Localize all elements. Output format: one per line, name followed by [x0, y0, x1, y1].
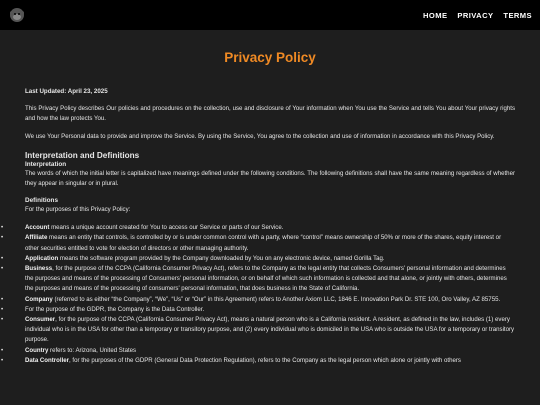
definition-text: (referred to as either “the Company”, “W… [52, 295, 501, 303]
definition-item: Country refers to: Arizona, United State… [1, 346, 515, 356]
definition-text: means the software program provided by t… [58, 254, 385, 262]
page-content-area: Privacy Policy Last Updated: April 23, 2… [0, 30, 540, 405]
nav-home-link[interactable]: HOME [423, 11, 447, 20]
definitions-intro: For the purposes of this Privacy Policy: [25, 206, 131, 214]
definition-term: Affiliate [25, 234, 48, 242]
definition-item: Application means the software program p… [1, 254, 515, 264]
definitions-list: Account means a unique account created f… [1, 223, 515, 366]
definition-term: Consumer [25, 316, 56, 324]
definition-item: Company (referred to as either “the Comp… [1, 295, 515, 305]
definition-term: Company [25, 295, 53, 303]
definition-item: Data Controller, for the purposes of the… [1, 356, 515, 366]
definition-term: Business [25, 265, 53, 273]
subheading-definitions: Definitions [25, 197, 59, 205]
definition-item: Business, for the purpose of the CCPA (C… [1, 264, 515, 295]
section-heading-interpretation-definitions: Interpretation and Definitions [25, 150, 140, 160]
interpretation-paragraph: The words of which the initial letter is… [25, 169, 515, 187]
definition-text: For the purpose of the GDPR, the Company… [25, 305, 205, 313]
definition-term: Account [25, 224, 50, 232]
nav-terms-link[interactable]: TERMS [503, 11, 532, 20]
definition-item: Account means a unique account created f… [1, 223, 515, 233]
top-navigation-bar: HOME PRIVACY TERMS [0, 0, 540, 30]
main-nav: HOME PRIVACY TERMS [423, 11, 532, 20]
gorilla-logo-icon[interactable] [8, 6, 26, 24]
definition-text: refers to: Arizona, United States [48, 346, 137, 354]
definition-item: Consumer, for the purpose of the CCPA (C… [1, 315, 515, 346]
subheading-interpretation: Interpretation [25, 160, 67, 168]
intro-paragraph-1: This Privacy Policy describes Our polici… [25, 105, 515, 123]
definition-term: Country [25, 346, 49, 354]
definition-text: , for the purpose of the CCPA (Californi… [25, 316, 515, 344]
definition-text: , for the purposes of the GDPR (General … [69, 356, 461, 364]
last-updated-text: Last Updated: April 23, 2025 [25, 88, 108, 95]
definition-item: For the purpose of the GDPR, the Company… [1, 305, 515, 315]
intro-paragraph-2: We use Your Personal data to provide and… [25, 133, 495, 141]
page-title: Privacy Policy [224, 50, 316, 65]
definition-text: means an entity that controls, is contro… [25, 234, 502, 252]
definition-term: Application [25, 254, 59, 262]
definition-text: , for the purpose of the CCPA (Californi… [25, 265, 507, 293]
policy-document: Privacy Policy Last Updated: April 23, 2… [0, 50, 540, 366]
definition-text: means a unique account created for You t… [49, 224, 284, 232]
definition-term: Data Controller [25, 356, 70, 364]
nav-privacy-link[interactable]: PRIVACY [457, 11, 493, 20]
definition-item: Affiliate means an entity that controls,… [1, 233, 515, 253]
